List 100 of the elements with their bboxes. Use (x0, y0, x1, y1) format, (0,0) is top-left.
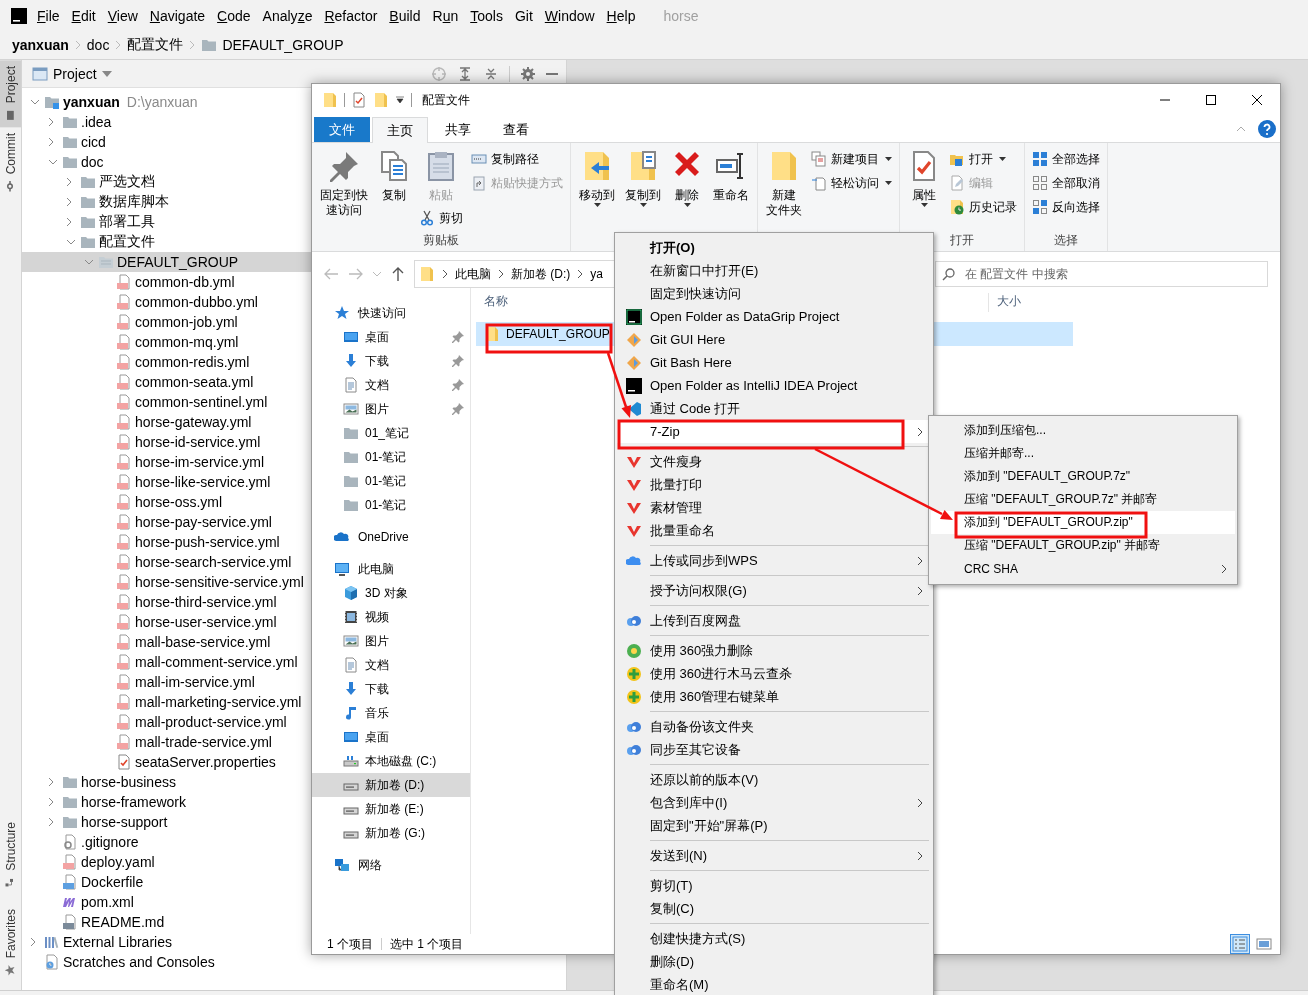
tool-window-tab[interactable]: Commit (0, 127, 21, 199)
ribbon-button[interactable]: 新建项目 (808, 148, 895, 170)
tree-item[interactable]: .gitignore (22, 832, 311, 852)
ribbon-button[interactable]: 复制 (374, 148, 414, 205)
view-mode-button[interactable] (1230, 934, 1250, 954)
menu-item[interactable]: 压缩并邮寄... (931, 442, 1235, 465)
breadcrumb-item[interactable]: DEFAULT_GROUP (201, 37, 344, 53)
menu-item[interactable]: 添加到 "DEFAULT_GROUP.7z" (931, 465, 1235, 488)
menu-item[interactable]: 上传或同步到WPS (617, 549, 931, 572)
menu-item[interactable]: 添加到 "DEFAULT_GROUP.zip" (931, 511, 1235, 534)
menu-item[interactable]: 批量打印 (617, 473, 931, 496)
ribbon-button[interactable]: 复制路径 (468, 148, 566, 170)
nav-item[interactable]: 新加卷 (E:) (312, 797, 470, 821)
menu-item[interactable]: 上传到百度网盘 (617, 609, 931, 632)
tree-item[interactable]: cicd (22, 132, 311, 152)
nav-item[interactable]: 01-笔记 (312, 493, 470, 517)
tree-item[interactable]: horse-gateway.yml (22, 412, 311, 432)
menu-item[interactable]: 添加到压缩包... (931, 419, 1235, 442)
tree-item[interactable]: mall-comment-service.yml (22, 652, 311, 672)
tree-item[interactable]: common-sentinel.yml (22, 392, 311, 412)
menu-item[interactable]: Git GUI Here (617, 328, 931, 351)
menu-item[interactable]: 使用 360进行木马云查杀 (617, 662, 931, 685)
nav-item[interactable]: 音乐 (312, 701, 470, 725)
menu-item[interactable]: 还原以前的版本(V) (617, 768, 931, 791)
breadcrumb-item[interactable]: doc (86, 37, 110, 53)
nav-item[interactable]: 文档 (312, 373, 470, 397)
menu-item[interactable]: 压缩 "DEFAULT_GROUP.7z" 并邮寄 (931, 488, 1235, 511)
tool-window-tab[interactable]: Project (0, 60, 21, 128)
ribbon-button[interactable]: 历史记录 (946, 196, 1020, 218)
tree-item[interactable]: horse-user-service.yml (22, 612, 311, 632)
ribbon-tab[interactable]: 主页 (372, 117, 428, 143)
up-button[interactable] (391, 267, 405, 281)
menu-item[interactable]: 包含到库中(I) (617, 791, 931, 814)
menu-item[interactable]: Edit (65, 3, 102, 28)
ribbon-button[interactable]: 全部取消 (1029, 172, 1103, 194)
forward-button[interactable] (348, 267, 363, 281)
menu-item[interactable]: Open Folder as IntelliJ IDEA Project (617, 374, 931, 397)
menu-item[interactable]: Refactor (318, 3, 384, 28)
ribbon-tab[interactable]: 共享 (430, 117, 486, 142)
ribbon-button[interactable]: 轻松访问 (808, 172, 895, 194)
tree-item[interactable]: common-seata.yml (22, 372, 311, 392)
tree-item[interactable]: common-job.yml (22, 312, 311, 332)
menu-item[interactable]: 压缩 "DEFAULT_GROUP.zip" 并邮寄 (931, 534, 1235, 557)
menu-item[interactable]: 发送到(N) (617, 844, 931, 867)
tree-item[interactable]: horse-framework (22, 792, 311, 812)
tree-item[interactable]: common-mq.yml (22, 332, 311, 352)
menu-item[interactable]: 复制(C) (617, 897, 931, 920)
nav-item[interactable]: 下载 (312, 677, 470, 701)
nav-item[interactable]: 下载 (312, 349, 470, 373)
nav-item[interactable]: 文档 (312, 653, 470, 677)
nav-item[interactable]: 网络 (312, 853, 470, 877)
tree-item[interactable]: horse-pay-service.yml (22, 512, 311, 532)
menu-item[interactable]: Window (538, 3, 601, 28)
menu-item[interactable]: 同步至其它设备 (617, 738, 931, 761)
tree-item[interactable]: 部署工具 (22, 212, 311, 232)
menu-item[interactable]: 使用 360管理右键菜单 (617, 685, 931, 708)
breadcrumb-item[interactable]: yanxuan (12, 37, 69, 53)
tree-item[interactable]: Dockerfile (22, 872, 311, 892)
menu-item[interactable]: 打开(O) (617, 236, 931, 259)
tree-item[interactable]: common-dubbo.yml (22, 292, 311, 312)
tree-item[interactable]: DEFAULT_GROUP (22, 252, 311, 272)
menu-item[interactable]: 固定到"开始"屏幕(P) (617, 814, 931, 837)
tree-item[interactable]: horse-id-service.yml (22, 432, 311, 452)
menu-item[interactable]: 使用 360强力删除 (617, 639, 931, 662)
tree-item[interactable]: mall-trade-service.yml (22, 732, 311, 752)
menu-item[interactable]: 文件瘦身 (617, 450, 931, 473)
menu-item[interactable]: Navigate (143, 3, 212, 28)
menu-item[interactable]: 删除(D) (617, 950, 931, 973)
menu-item[interactable]: Help (600, 3, 642, 28)
nav-item[interactable]: 新加卷 (G:) (312, 821, 470, 845)
breadcrumb-item[interactable]: 配置文件 (127, 36, 184, 54)
ribbon-button[interactable]: 固定到快 速访问 (316, 148, 372, 220)
tree-item[interactable]: horse-im-service.yml (22, 452, 311, 472)
tree-item[interactable]: horse-business (22, 772, 311, 792)
tree-item[interactable]: horse-like-service.yml (22, 472, 311, 492)
tree-item[interactable]: horse-sensitive-service.yml (22, 572, 311, 592)
menu-item[interactable]: Build (383, 3, 427, 28)
tree-item[interactable]: mall-marketing-service.yml (22, 692, 311, 712)
tree-item[interactable]: horse-search-service.yml (22, 552, 311, 572)
nav-item[interactable]: 01-笔记 (312, 445, 470, 469)
menu-item[interactable]: 在新窗口中打开(E) (617, 259, 931, 282)
ribbon-tab[interactable]: 文件 (314, 117, 370, 142)
nav-item[interactable]: 新加卷 (D:) (312, 773, 470, 797)
ribbon-button[interactable]: 反向选择 (1029, 196, 1103, 218)
nav-item[interactable]: 图片 (312, 397, 470, 421)
search-input[interactable]: 在 配置文件 中搜索 (963, 266, 1267, 282)
menu-item[interactable]: 批量重命名 (617, 519, 931, 542)
ribbon-button[interactable]: 删除 (667, 148, 707, 215)
nav-item[interactable]: 此电脑 (312, 557, 470, 581)
ribbon-button[interactable]: 打开 (946, 148, 1020, 170)
ribbon-button[interactable]: 重命名 (709, 148, 753, 205)
tree-item[interactable]: seataServer.properties (22, 752, 311, 772)
nav-item[interactable]: 3D 对象 (312, 581, 470, 605)
nav-item[interactable]: 桌面 (312, 325, 470, 349)
nav-item[interactable]: 快速访问 (312, 301, 470, 325)
tree-item[interactable]: yanxuan D:\yanxuan (22, 92, 311, 112)
tree-item[interactable]: horse-oss.yml (22, 492, 311, 512)
nav-item[interactable]: OneDrive (312, 525, 470, 549)
menu-item[interactable]: Run (426, 3, 465, 28)
menu-item[interactable]: View (101, 3, 144, 28)
